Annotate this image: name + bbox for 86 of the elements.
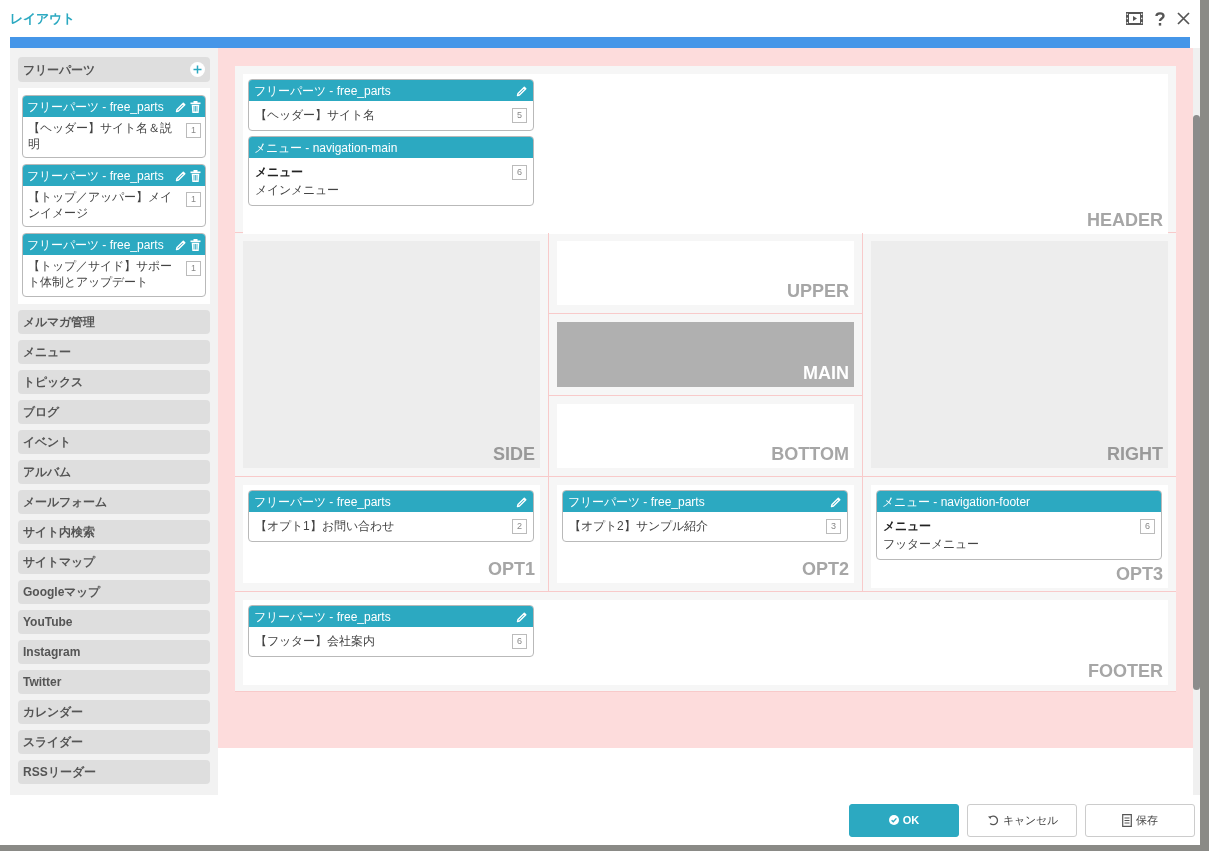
group-header[interactable]: フリーパーツ	[18, 57, 210, 82]
edit-icon[interactable]	[175, 238, 187, 251]
count-badge: 6	[512, 165, 527, 180]
part-card[interactable]: メニュー - navigation-footer メニュー フッターメニュー 6	[876, 490, 1162, 560]
delete-icon[interactable]	[190, 169, 201, 182]
sidebar-item[interactable]: YouTube	[18, 609, 210, 634]
part-card[interactable]: フリーパーツ - free_parts 【ヘッダー】サイト名＆説明 1	[22, 95, 206, 159]
sidebar-item[interactable]: メルマガ管理	[18, 309, 210, 334]
card-text: 【トップ／アッパー】メインイメージ	[28, 190, 173, 222]
count-badge: 1	[186, 192, 201, 208]
edit-icon[interactable]	[516, 495, 528, 508]
window-title: レイアウト	[10, 9, 75, 28]
edit-icon[interactable]	[175, 100, 187, 113]
count-badge: 3	[826, 519, 841, 534]
save-button[interactable]: 保存	[1085, 803, 1195, 837]
card-text: 【ヘッダー】サイト名	[255, 107, 376, 124]
zone-label: BOTTOM	[771, 445, 849, 463]
count-badge: 5	[512, 108, 527, 123]
card-text: 【フッター】会社案内	[255, 633, 376, 650]
sidebar-item[interactable]: アルバム	[18, 459, 210, 484]
card-header: フリーパーツ - free_parts	[27, 98, 165, 116]
zone-label: OPT2	[802, 560, 849, 578]
document-icon[interactable]	[1122, 813, 1132, 827]
sidebar-item[interactable]: メールフォーム	[18, 489, 210, 514]
card-header: フリーパーツ - free_parts	[254, 493, 392, 511]
part-card[interactable]: フリーパーツ - free_parts 【オプト1】お問い合わせ 2	[248, 490, 534, 542]
close-icon[interactable]	[1177, 12, 1190, 25]
sidebar-item[interactable]: スライダー	[18, 729, 210, 754]
sidebar-item[interactable]: ブログ	[18, 399, 210, 424]
card-header: フリーパーツ - free_parts	[27, 167, 165, 185]
zone-label: MAIN	[803, 363, 849, 382]
cancel-button[interactable]: キャンセル	[967, 803, 1077, 837]
delete-icon[interactable]	[190, 100, 201, 113]
add-icon[interactable]	[190, 62, 205, 77]
card-text: 【ヘッダー】サイト名＆説明	[28, 121, 173, 153]
edit-icon[interactable]	[175, 169, 187, 182]
card-title: メニュー	[255, 164, 304, 181]
sidebar-item[interactable]: サイトマップ	[18, 549, 210, 574]
edit-icon[interactable]	[516, 84, 528, 97]
zone-label: SIDE	[493, 445, 535, 463]
sidebar-item[interactable]: Instagram	[18, 639, 210, 664]
zone-label: RIGHT	[1107, 445, 1163, 463]
card-text: 【トップ／サイド】サポート体制とアップデート	[28, 259, 173, 291]
sidebar-item[interactable]: イベント	[18, 429, 210, 454]
sidebar-item[interactable]: Twitter	[18, 669, 210, 694]
help-icon[interactable]	[1155, 11, 1165, 26]
zone-label: FOOTER	[1088, 662, 1163, 680]
film-icon[interactable]	[1126, 12, 1143, 25]
edit-icon[interactable]	[516, 610, 528, 623]
card-text: フッターメニュー	[883, 536, 980, 553]
zone-label: OPT1	[488, 560, 535, 578]
zone-label: UPPER	[787, 282, 849, 301]
part-card[interactable]: フリーパーツ - free_parts 【フッター】会社案内 6	[248, 605, 534, 657]
card-text: 【オプト2】サンプル紹介	[569, 518, 709, 535]
sidebar-item[interactable]: Googleマップ	[18, 579, 210, 604]
undo-icon[interactable]	[986, 814, 999, 826]
sidebar-item[interactable]: RSSリーダー	[18, 759, 210, 784]
zone-label: HEADER	[1087, 211, 1163, 229]
sidebar-item[interactable]: メニュー	[18, 339, 210, 364]
part-card[interactable]: フリーパーツ - free_parts 【オプト2】サンプル紹介 3	[562, 490, 848, 542]
card-text: メインメニュー	[255, 182, 340, 199]
sidebar-item[interactable]: カレンダー	[18, 699, 210, 724]
count-badge: 2	[512, 519, 527, 534]
part-card[interactable]: フリーパーツ - free_parts 【トップ／アッパー】メインイメージ 1	[22, 164, 206, 228]
card-header: フリーパーツ - free_parts	[254, 608, 392, 626]
check-icon[interactable]	[888, 815, 899, 825]
sidebar-item[interactable]: トピックス	[18, 369, 210, 394]
card-header: メニュー - navigation-footer	[882, 493, 1032, 511]
card-header: フリーパーツ - free_parts	[27, 236, 165, 254]
part-card[interactable]: フリーパーツ - free_parts 【トップ／サイド】サポート体制とアップデート 1	[22, 233, 206, 297]
part-card[interactable]: メニュー - navigation-main メニュー メインメニュー 6	[248, 136, 534, 206]
delete-icon[interactable]	[190, 238, 201, 251]
card-text: 【オプト1】お問い合わせ	[255, 518, 395, 535]
sidebar-item[interactable]: サイト内検索	[18, 519, 210, 544]
card-header: フリーパーツ - free_parts	[254, 82, 392, 100]
card-title: メニュー	[883, 518, 932, 535]
count-badge: 1	[186, 261, 201, 277]
count-badge: 6	[1140, 519, 1155, 534]
count-badge: 6	[512, 634, 527, 649]
count-badge: 1	[186, 123, 201, 138]
card-header: メニュー - navigation-main	[254, 139, 399, 157]
edit-icon[interactable]	[830, 495, 842, 508]
scrollbar[interactable]	[1193, 48, 1200, 795]
zone-label: OPT3	[1116, 565, 1163, 583]
part-card[interactable]: フリーパーツ - free_parts 【ヘッダー】サイト名 5	[248, 79, 534, 131]
card-header: フリーパーツ - free_parts	[568, 493, 706, 511]
